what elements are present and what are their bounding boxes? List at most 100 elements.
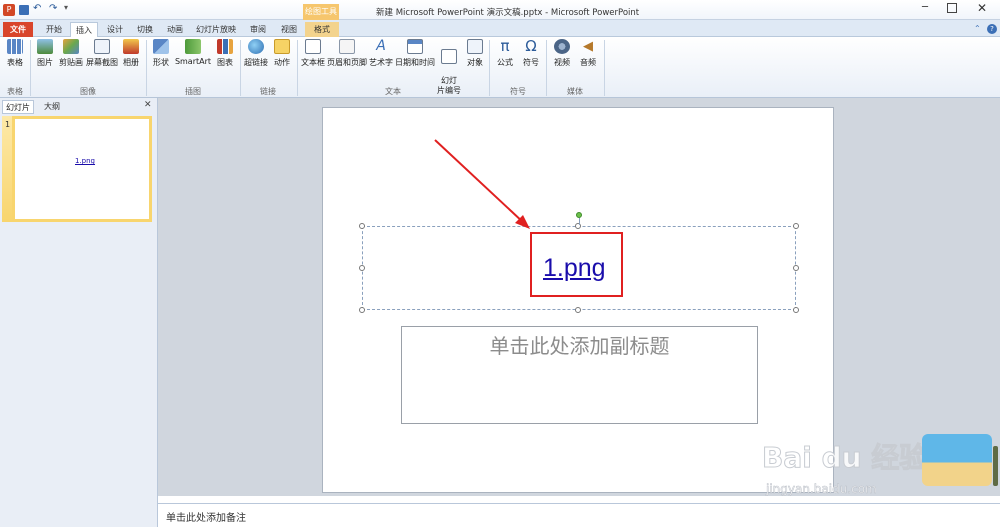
table-button[interactable]: 表格: [4, 39, 26, 68]
chart-button[interactable]: 图表: [214, 39, 236, 68]
pane-tab-outline[interactable]: 大纲: [36, 100, 68, 114]
minimize-ribbon-icon[interactable]: ⌃: [974, 24, 981, 33]
restore-icon[interactable]: [947, 3, 957, 13]
minimize-icon[interactable]: ─: [918, 2, 932, 16]
film-reel-icon: [554, 39, 570, 54]
speaker-icon: ◀: [583, 39, 593, 54]
powerpoint-app-icon[interactable]: P: [3, 4, 15, 16]
pane-tab-slides[interactable]: 幻灯片: [2, 100, 34, 114]
tab-format[interactable]: 格式: [305, 22, 339, 37]
video-button[interactable]: 视频: [550, 39, 574, 68]
equation-button[interactable]: π 公式: [493, 39, 517, 68]
screenshot-button[interactable]: 屏幕截图: [86, 39, 118, 68]
selection-handle[interactable]: [575, 223, 581, 229]
shapes-button[interactable]: 形状: [150, 39, 172, 68]
slide-thumbnail[interactable]: 1.png: [12, 116, 152, 222]
selection-handle[interactable]: [575, 307, 581, 313]
action-button[interactable]: 动作: [271, 39, 293, 68]
audio-button[interactable]: ◀ 音频: [576, 39, 600, 68]
group-label-image: 图像: [80, 87, 96, 96]
title-bar: P ↶ ↷ ▾ 绘图工具 新建 Microsoft PowerPoint 演示文…: [0, 0, 1000, 20]
selection-handle[interactable]: [359, 265, 365, 271]
tab-animations[interactable]: 动画: [162, 22, 188, 37]
tab-transitions[interactable]: 切换: [132, 22, 158, 37]
header-footer-button[interactable]: 页眉和页脚: [327, 39, 367, 68]
notes-pane[interactable]: 单击此处添加备注: [158, 503, 1000, 527]
picture-icon: [37, 39, 53, 54]
title-hyperlink[interactable]: 1.png: [543, 254, 606, 283]
header-footer-icon: [339, 39, 355, 54]
calendar-icon: [407, 39, 423, 54]
contextual-tab-group: 绘图工具: [303, 4, 339, 20]
datetime-button[interactable]: 日期和时间: [395, 39, 435, 68]
selection-handle[interactable]: [359, 223, 365, 229]
smartart-button[interactable]: SmartArt: [174, 39, 212, 66]
selection-handle[interactable]: [793, 265, 799, 271]
tab-design[interactable]: 设计: [102, 22, 128, 37]
customize-qat-icon[interactable]: ▾: [64, 3, 68, 12]
window-title: 新建 Microsoft PowerPoint 演示文稿.pptx - Micr…: [376, 8, 640, 18]
textbox-icon: [305, 39, 321, 54]
clipart-icon: [63, 39, 79, 54]
wordart-icon: A: [376, 38, 386, 54]
pi-icon: π: [500, 37, 510, 55]
help-icon[interactable]: ?: [987, 24, 997, 34]
album-button[interactable]: 相册: [120, 39, 142, 68]
separator: [240, 40, 241, 96]
slide-thumbnail-canvas: 1.png: [15, 119, 149, 219]
table-icon: [7, 39, 23, 54]
hyperlink-button[interactable]: 超链接: [243, 39, 269, 68]
separator: [30, 40, 31, 96]
annotation-arrow: [434, 139, 530, 229]
baidu-brand: Bai du 经验: [761, 441, 928, 475]
baidu-url: jingyan.baidu.com: [766, 482, 877, 497]
selection-handle[interactable]: [793, 307, 799, 313]
selection-handle[interactable]: [793, 223, 799, 229]
slide-canvas[interactable]: 1.png 单击此处添加副标题: [323, 108, 833, 492]
selection-handle[interactable]: [359, 307, 365, 313]
group-label-symbols: 符号: [510, 87, 526, 96]
tab-view[interactable]: 视图: [276, 22, 302, 37]
textbox-button[interactable]: 文本框: [300, 39, 326, 68]
tab-review[interactable]: 审阅: [245, 22, 271, 37]
separator: [489, 40, 490, 96]
group-label-text: 文本: [385, 87, 401, 96]
slide-thumbnail-link: 1.png: [75, 157, 96, 165]
tab-home[interactable]: 开始: [40, 22, 68, 37]
group-label-illustrations: 插图: [185, 87, 201, 96]
subtitle-placeholder-text: 单击此处添加副标题: [489, 334, 670, 358]
smartart-icon: [185, 39, 201, 54]
redo-icon[interactable]: ↷: [49, 3, 57, 14]
separator: [604, 40, 605, 96]
scrollbar-indicator[interactable]: [993, 446, 998, 486]
object-button[interactable]: 对象: [464, 39, 486, 68]
picture-button[interactable]: 图片: [34, 39, 56, 68]
notes-placeholder: 单击此处添加备注: [166, 513, 246, 524]
beach-badge: [922, 434, 992, 486]
separator: [297, 40, 298, 96]
shapes-icon: [153, 39, 169, 54]
tab-insert[interactable]: 插入: [70, 22, 98, 38]
close-icon[interactable]: ✕: [974, 1, 990, 17]
baidu-watermark: Bai du 经验 jingyan.baidu.com: [760, 430, 1000, 500]
tab-slideshow[interactable]: 幻灯片放映: [193, 22, 239, 37]
ribbon-tabs: 文件 开始 插入 设计 切换 动画 幻灯片放映 审阅 视图 格式 ⌃ ?: [0, 20, 1000, 38]
separator: [546, 40, 547, 96]
screenshot-icon: [94, 39, 110, 54]
undo-icon[interactable]: ↶: [33, 3, 41, 14]
object-icon: [467, 39, 483, 54]
album-icon: [123, 39, 139, 54]
tab-file[interactable]: 文件: [3, 22, 33, 37]
slide-number-icon: [441, 49, 457, 64]
rotation-handle-stem: [579, 218, 580, 225]
group-label-links: 链接: [260, 87, 276, 96]
save-icon[interactable]: [19, 5, 29, 15]
wordart-button[interactable]: A 艺术字: [368, 39, 394, 68]
omega-icon: Ω: [525, 37, 537, 55]
slide-thumb-number: 1: [5, 120, 11, 129]
pane-close-icon[interactable]: ✕: [144, 100, 152, 110]
clipart-button[interactable]: 剪贴画: [58, 39, 84, 68]
group-label-media: 媒体: [567, 87, 583, 96]
action-icon: [274, 39, 290, 54]
symbol-button[interactable]: Ω 符号: [519, 39, 543, 68]
